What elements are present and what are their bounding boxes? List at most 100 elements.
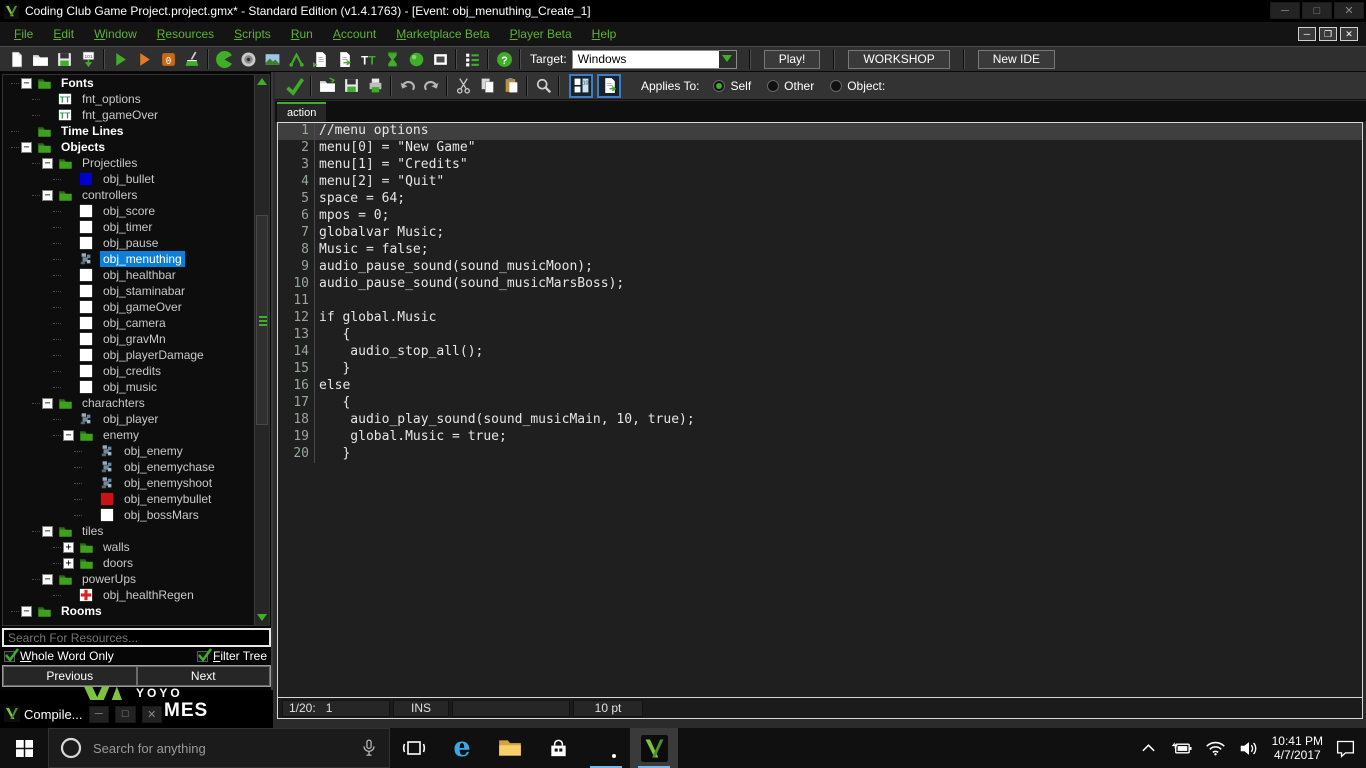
create-sprite-button[interactable] bbox=[212, 48, 236, 70]
code-line-10[interactable]: 10audio_pause_sound(sound_musicMarsBoss)… bbox=[278, 276, 1362, 293]
tree-expander-minus[interactable]: − bbox=[42, 398, 53, 409]
taskbar-edge-button[interactable]: e bbox=[438, 728, 486, 768]
help-button[interactable]: ? bbox=[492, 48, 516, 70]
volume-icon[interactable] bbox=[1238, 739, 1260, 758]
tree-item-obj-score[interactable]: obj_score bbox=[3, 203, 269, 219]
tree-item-obj-playerdamage[interactable]: obj_playerDamage bbox=[3, 347, 269, 363]
workshop-button[interactable]: WORKSHOP bbox=[848, 50, 949, 69]
tree-item-obj-camera[interactable]: obj_camera bbox=[3, 315, 269, 331]
tree-item-charachters[interactable]: −charachters bbox=[3, 395, 269, 411]
tree-item-obj-timer[interactable]: obj_timer bbox=[3, 219, 269, 235]
taskbar-task-view-button[interactable] bbox=[390, 728, 438, 768]
tree-expander-plus[interactable]: + bbox=[63, 542, 74, 553]
apply-check-button[interactable] bbox=[283, 75, 307, 97]
taskbar-chrome-button[interactable] bbox=[582, 728, 630, 768]
tree-expander-minus[interactable]: − bbox=[42, 526, 53, 537]
toggle-grid-button[interactable]: 10 bbox=[569, 74, 593, 98]
menu-resources[interactable]: Resources bbox=[157, 27, 214, 41]
code-line-6[interactable]: 6mpos = 0; bbox=[278, 208, 1362, 225]
tree-expander-plus[interactable]: + bbox=[63, 558, 74, 569]
code-line-11[interactable]: 11 bbox=[278, 293, 1362, 310]
menu-edit[interactable]: Edit bbox=[53, 27, 74, 41]
compile-window-titlebar[interactable]: Compile... ─ □ ✕ bbox=[4, 700, 162, 728]
menu-account[interactable]: Account bbox=[333, 27, 376, 41]
tree-item-time-lines[interactable]: Time Lines bbox=[3, 123, 269, 139]
menu-file[interactable]: File bbox=[14, 27, 33, 41]
tree-item-fnt-gameover[interactable]: TTfnt_gameOver bbox=[3, 107, 269, 123]
scroll-down-icon[interactable] bbox=[255, 611, 269, 625]
cut-button[interactable] bbox=[451, 75, 475, 97]
undo-button[interactable] bbox=[395, 75, 419, 97]
tree-item-fnt-options[interactable]: TTfnt_options bbox=[3, 91, 269, 107]
menu-player-beta[interactable]: Player Beta bbox=[510, 27, 572, 41]
tree-item-obj-pause[interactable]: obj_pause bbox=[3, 235, 269, 251]
redo-button[interactable] bbox=[419, 75, 443, 97]
code-line-1[interactable]: 1//menu options bbox=[278, 123, 1362, 140]
tree-expander-minus[interactable]: − bbox=[42, 574, 53, 585]
start-button[interactable] bbox=[0, 728, 48, 768]
action-center-icon[interactable] bbox=[1335, 738, 1356, 759]
filter-tree-checkbox[interactable]: Filter Tree bbox=[197, 649, 267, 663]
tree-item-obj-gameover[interactable]: obj_gameOver bbox=[3, 299, 269, 315]
create-timeline-button[interactable] bbox=[380, 48, 404, 70]
compile-minimize-button[interactable]: ─ bbox=[89, 706, 109, 723]
tree-item-walls[interactable]: +walls bbox=[3, 539, 269, 555]
scrollbar-thumb[interactable] bbox=[256, 215, 268, 425]
stop-game-button[interactable]: 0 bbox=[156, 48, 180, 70]
microphone-icon[interactable] bbox=[359, 738, 379, 758]
whole-word-checkbox[interactable]: Whole Word Only bbox=[4, 649, 114, 663]
tree-item-obj-bossmars[interactable]: obj_bossMars bbox=[3, 507, 269, 523]
code-line-7[interactable]: 7globalvar Music; bbox=[278, 225, 1362, 242]
code-line-3[interactable]: 3menu[1] = "Credits" bbox=[278, 157, 1362, 174]
tab-action[interactable]: action bbox=[277, 102, 326, 123]
copy-button[interactable] bbox=[475, 75, 499, 97]
play-button[interactable]: Play! bbox=[764, 50, 821, 69]
create-room-button[interactable] bbox=[428, 48, 452, 70]
create-object-button[interactable] bbox=[404, 48, 428, 70]
taskbar-file-explorer-button[interactable] bbox=[486, 728, 534, 768]
child-close-button[interactable]: ✕ bbox=[1340, 27, 1358, 41]
create-background-button[interactable] bbox=[260, 48, 284, 70]
taskbar-clock[interactable]: 10:41 PM 4/7/2017 bbox=[1272, 734, 1323, 762]
new-ide-button[interactable]: New IDE bbox=[978, 50, 1055, 69]
code-line-15[interactable]: 15 } bbox=[278, 361, 1362, 378]
toggle-page-button[interactable] bbox=[597, 74, 621, 98]
code-editor[interactable]: 1//menu options2menu[0] = "New Game"3men… bbox=[277, 122, 1363, 719]
tree-item-obj-player[interactable]: obj_player bbox=[3, 411, 269, 427]
code-line-17[interactable]: 17 { bbox=[278, 395, 1362, 412]
tree-item-tiles[interactable]: −tiles bbox=[3, 523, 269, 539]
previous-button[interactable]: Previous bbox=[3, 666, 137, 686]
code-line-18[interactable]: 18 audio_play_sound(sound_musicMain, 10,… bbox=[278, 412, 1362, 429]
tree-item-powerups[interactable]: −powerUps bbox=[3, 571, 269, 587]
tray-chevron-icon[interactable] bbox=[1141, 743, 1156, 753]
tree-item-obj-credits[interactable]: obj_credits bbox=[3, 363, 269, 379]
print-button[interactable] bbox=[363, 75, 387, 97]
tree-item-obj-enemy[interactable]: obj_enemy bbox=[3, 443, 269, 459]
save-file-button[interactable] bbox=[339, 75, 363, 97]
battery-icon[interactable] bbox=[1168, 740, 1193, 756]
create-path-button[interactable] bbox=[284, 48, 308, 70]
code-line-9[interactable]: 9audio_pause_sound(sound_musicMoon); bbox=[278, 259, 1362, 276]
menu-run[interactable]: Run bbox=[291, 27, 313, 41]
new-project-button[interactable] bbox=[4, 48, 28, 70]
code-line-20[interactable]: 20 } bbox=[278, 446, 1362, 463]
tree-expander-minus[interactable]: − bbox=[42, 190, 53, 201]
tree-item-doors[interactable]: +doors bbox=[3, 555, 269, 571]
open-project-button[interactable] bbox=[28, 48, 52, 70]
resource-search-input[interactable] bbox=[2, 628, 271, 647]
code-line-4[interactable]: 4menu[2] = "Quit" bbox=[278, 174, 1362, 191]
tree-item-obj-enemyshoot[interactable]: obj_enemyshoot bbox=[3, 475, 269, 491]
tree-item-objects[interactable]: −Objects bbox=[3, 139, 269, 155]
tree-expander-minus[interactable]: − bbox=[21, 142, 32, 153]
compile-maximize-button[interactable]: □ bbox=[115, 706, 135, 723]
code-area[interactable]: 1//menu options2menu[0] = "New Game"3men… bbox=[278, 123, 1362, 697]
code-line-13[interactable]: 13 { bbox=[278, 327, 1362, 344]
window-maximize-button[interactable]: □ bbox=[1302, 2, 1332, 19]
menu-marketplace-beta[interactable]: Marketplace Beta bbox=[396, 27, 489, 41]
tree-item-controllers[interactable]: −controllers bbox=[3, 187, 269, 203]
window-close-button[interactable]: ✕ bbox=[1334, 2, 1364, 19]
code-line-2[interactable]: 2menu[0] = "New Game" bbox=[278, 140, 1362, 157]
tree-item-enemy[interactable]: −enemy bbox=[3, 427, 269, 443]
menu-scripts[interactable]: Scripts bbox=[234, 27, 271, 41]
tree-item-obj-staminabar[interactable]: obj_staminabar bbox=[3, 283, 269, 299]
